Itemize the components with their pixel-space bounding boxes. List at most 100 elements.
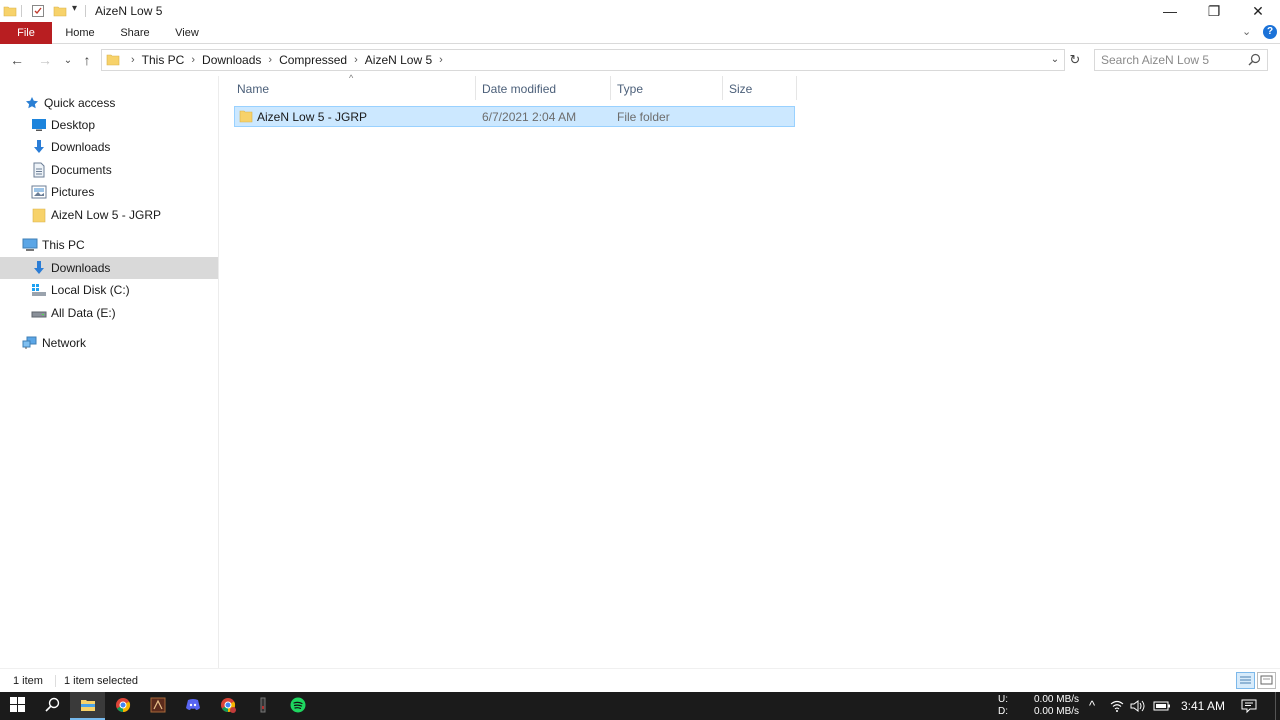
folder-icon [3,4,17,21]
column-header-size[interactable]: Size [729,80,795,100]
sidebar-item-label: Downloads [51,261,111,275]
details-view-button[interactable] [1236,672,1255,689]
divider [85,5,86,17]
sidebar-item-local-disk-c[interactable]: Local Disk (C:) [31,279,219,301]
taskbar-discord[interactable] [175,692,210,720]
taskbar-spotify[interactable] [280,692,315,720]
ribbon-tabs: File Home Share View ⌄ ? [0,22,1280,44]
breadcrumb-separator[interactable]: › [263,54,277,66]
column-divider[interactable] [796,76,797,100]
search-input[interactable] [1101,53,1241,67]
customize-toolbar-icon[interactable]: ▾ [72,3,77,14]
action-center-icon[interactable] [1241,698,1257,717]
sidebar-item-documents[interactable]: Documents [31,159,246,181]
wifi-icon[interactable] [1110,699,1124,716]
sidebar-item-aizen-low-5-jgrp[interactable]: AizeN Low 5 - JGRP [31,204,246,226]
upload-speed: 0.00 MB/s [1034,694,1080,705]
close-button[interactable]: ✕ [1236,0,1280,22]
breadcrumb: › This PC › Downloads › Compressed › Aiz… [102,50,448,70]
sidebar-item-quick-access[interactable]: Quick access [24,92,214,114]
tab-view[interactable]: View [166,22,208,44]
file-date-modified: 6/7/2021 2:04 AM [482,110,577,124]
net-download-label: D: [998,706,1008,717]
sidebar-item-network[interactable]: Network [22,332,212,354]
folder-icon [239,109,253,126]
sidebar-item-label: Local Disk (C:) [51,283,130,297]
folder-icon [102,53,126,67]
show-desktop-button[interactable] [1275,692,1280,720]
address-bar[interactable]: › This PC › Downloads › Compressed › Aiz… [101,49,1065,71]
sidebar-item-desktop[interactable]: Desktop [31,114,246,136]
star-icon [24,95,40,111]
minimize-button[interactable]: — [1148,0,1192,22]
breadcrumb-current[interactable]: AizeN Low 5 [363,53,434,67]
taskbar-search-button[interactable] [35,692,70,720]
column-divider[interactable] [722,76,723,100]
column-divider[interactable] [610,76,611,100]
sidebar-item-all-data-e[interactable]: All Data (E:) [31,302,219,324]
sidebar-item-label: Downloads [51,140,111,154]
breadcrumb-downloads[interactable]: Downloads [200,53,263,67]
forward-button[interactable]: → [36,51,54,69]
refresh-button[interactable]: ↻ [1066,49,1084,71]
address-dropdown-button[interactable]: ⌄ [1047,51,1063,69]
taskbar-chrome-alt[interactable] [210,692,245,720]
windows-start-icon [10,697,25,715]
table-row[interactable]: AizeN Low 5 - JGRP 6/7/2021 2:04 AM File… [234,106,795,127]
game-app-icon [150,697,166,716]
breadcrumb-separator[interactable]: › [126,54,140,66]
breadcrumb-compressed[interactable]: Compressed [277,53,349,67]
expand-ribbon-icon[interactable]: ⌄ [1242,25,1251,38]
volume-icon[interactable] [1130,699,1146,716]
sidebar-item-label: Documents [51,163,112,177]
file-type: File folder [617,110,670,124]
breadcrumb-separator[interactable]: › [434,54,448,66]
clock-time[interactable]: 3:41 AM [1181,699,1225,713]
tab-home[interactable]: Home [58,22,102,44]
taskbar-game-app[interactable] [140,692,175,720]
back-button[interactable]: ← [8,51,26,69]
new-folder-icon[interactable] [53,4,67,21]
recent-locations-button[interactable]: ⌄ [59,51,77,69]
sidebar-item-pc-downloads[interactable]: Downloads [0,257,218,279]
sidebar-item-pictures[interactable]: Pictures [31,181,246,203]
chrome-alt-icon [220,697,236,716]
column-header-name[interactable]: Name [237,80,473,100]
search-icon[interactable] [1248,53,1261,69]
search-box[interactable] [1094,49,1268,71]
status-bar: 1 item 1 item selected [0,668,1280,692]
up-button[interactable]: ↑ [78,51,96,69]
computer-icon [22,237,38,253]
file-name[interactable]: AizeN Low 5 - JGRP [257,110,367,124]
properties-icon[interactable] [31,4,45,21]
divider [21,5,22,17]
column-divider[interactable] [475,76,476,100]
sidebar-item-this-pc[interactable]: This PC [22,234,212,256]
sidebar-item-label: Desktop [51,118,96,132]
net-upload-label: U: [998,694,1008,705]
tab-file[interactable]: File [0,22,52,44]
breadcrumb-this-pc[interactable]: This PC [140,53,187,67]
taskbar-chrome[interactable] [105,692,140,720]
taskbar-file-explorer[interactable] [70,692,105,720]
restore-button[interactable]: ❐ [1192,0,1236,22]
divider [55,675,56,687]
sidebar-item-downloads[interactable]: Downloads [31,136,246,158]
selected-count: 1 item selected [64,675,138,687]
battery-icon[interactable] [1153,700,1171,715]
column-header-date-modified[interactable]: Date modified [482,80,608,100]
window-title: AizeN Low 5 [95,4,163,18]
large-icons-view-button[interactable] [1257,672,1276,689]
folder-icon [31,207,47,223]
discord-icon [185,698,201,715]
item-count: 1 item [13,675,43,687]
help-icon[interactable]: ? [1263,25,1277,39]
breadcrumb-separator[interactable]: › [349,54,363,66]
breadcrumb-separator[interactable]: › [186,54,200,66]
show-hidden-icons-button[interactable]: ^ [1089,698,1095,713]
tab-share[interactable]: Share [113,22,157,44]
title-bar: ▾ AizeN Low 5 — ❐ ✕ [0,0,1280,22]
column-header-type[interactable]: Type [617,80,721,100]
taskbar-dark-app[interactable] [245,692,280,720]
start-button[interactable] [0,692,35,720]
